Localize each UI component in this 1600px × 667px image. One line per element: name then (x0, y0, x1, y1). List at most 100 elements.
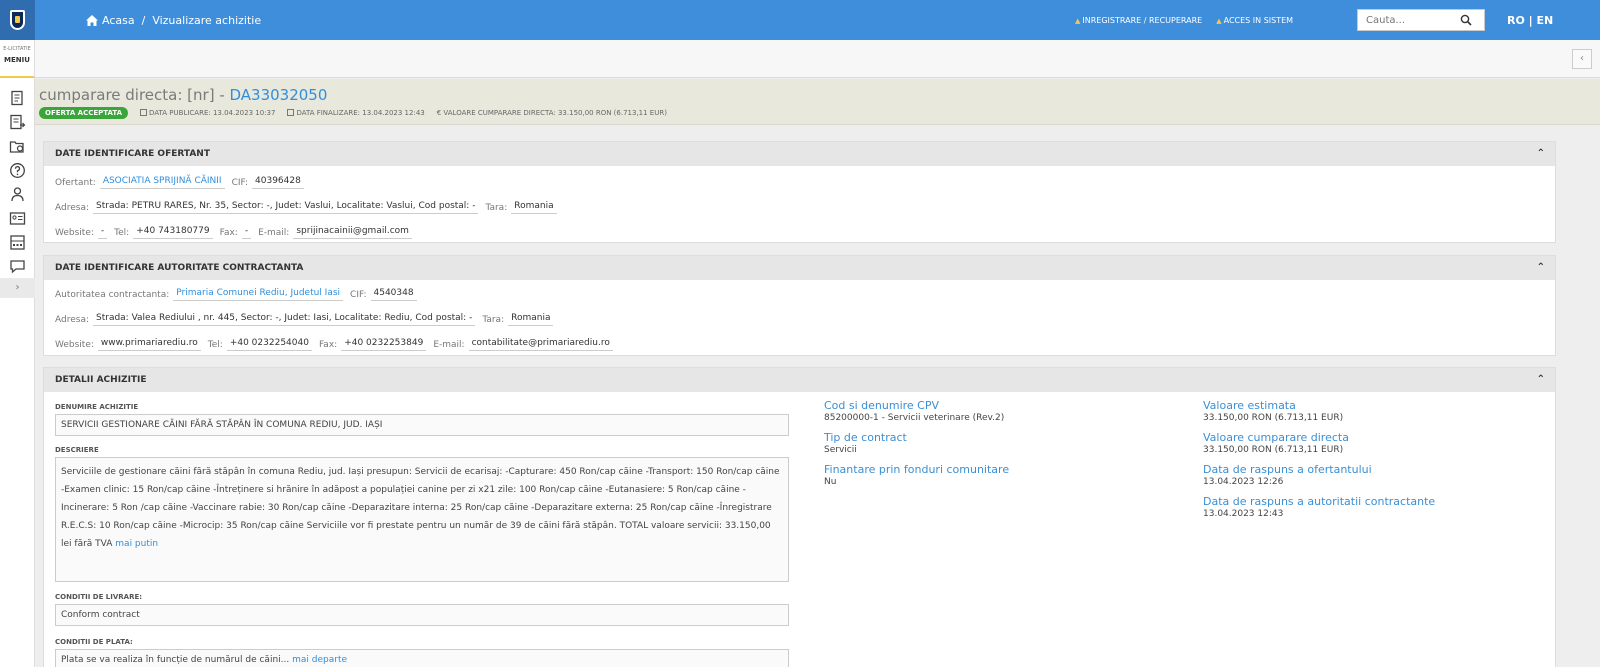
estimated-value: 33.150,00 RON (6.713,11 EUR) (1203, 413, 1344, 423)
delivery-conditions: Conform contract (55, 604, 789, 626)
sidebar: E-LICITATIE MENIU › (0, 40, 35, 667)
procurement-title-bar: cumparare directa: [nr] - DA33032050 OFE… (35, 79, 1600, 125)
sidebar-item-calculator[interactable] (0, 230, 35, 254)
details-right-column: Valoare estimata 33.150,00 RON (6.713,11… (1203, 399, 1435, 527)
authority-panel-header[interactable]: DATE IDENTIFICARE AUTORITATE CONTRACTANT… (44, 256, 1555, 280)
cpv-value: 85200000-1 - Servicii veterinare (Rev.2) (824, 413, 1005, 423)
sidebar-item-folder-settings[interactable] (0, 134, 35, 158)
calculator-icon (10, 235, 25, 250)
bidder-fax-label: Fax: (219, 227, 238, 238)
bidder-website: - (97, 226, 108, 239)
details-panel-header[interactable]: DETALII ACHIZITIE ⌃ (44, 368, 1555, 392)
authority-website-label: Website: (55, 339, 94, 350)
authority-panel: DATE IDENTIFICARE AUTORITATE CONTRACTANT… (43, 255, 1556, 356)
chevron-up-icon[interactable]: ⌃ (1537, 142, 1545, 166)
publish-date: DATA PUBLICARE: 13.04.2023 10:37 (149, 109, 276, 117)
details-panel-title: DETALII ACHIZITIE (55, 375, 147, 385)
home-icon (86, 14, 98, 26)
sidebar-expand-button[interactable]: › (0, 278, 35, 298)
bidder-email-label: E-mail: (258, 227, 290, 238)
bidder-name-link[interactable]: ASOCIATIA SPRIJINĂ CĂINII (99, 176, 225, 189)
sidebar-item-documents[interactable] (0, 86, 35, 110)
description-text: Serviciile de gestionare căini fără stăp… (61, 467, 780, 549)
authority-country: Romania (508, 313, 554, 326)
end-date: DATA FINALIZARE: 13.04.2023 12:43 (296, 109, 425, 117)
language-switcher[interactable]: RO | EN (1507, 0, 1553, 40)
bidder-country-label: Tara: (485, 202, 508, 213)
description-box: Serviciile de gestionare căini fără stăp… (55, 457, 789, 582)
id-card-icon (9, 212, 26, 225)
show-less-link[interactable]: mai putin (115, 539, 158, 549)
sidebar-brand-small: E-LICITATIE (3, 46, 31, 52)
authority-tel-label: Tel: (207, 339, 223, 350)
bidder-row-address: Adresa: Strada: PETRU RARES, Nr. 35, Sec… (44, 195, 1555, 220)
chevron-up-icon[interactable]: ⌃ (1537, 256, 1545, 280)
authority-row-address: Adresa: Strada: Valea Rediului , nr. 445… (44, 307, 1555, 332)
sidebar-item-chat[interactable] (0, 254, 35, 278)
bidder-panel-header[interactable]: DATE IDENTIFICARE OFERTANT ⌃ (44, 142, 1555, 166)
breadcrumb-current: Vizualizare achizitie (152, 13, 262, 27)
authority-response-field: Data de raspuns a autoritatii contractan… (1203, 495, 1435, 519)
authority-label: Autoritatea contractanta: (55, 289, 170, 300)
bidder-label: Ofertant: (55, 177, 96, 188)
delivery-conditions-label: CONDITII DE LIVRARE: (55, 593, 143, 601)
contract-type-label: Tip de contract (824, 431, 907, 444)
bidder-address: Strada: PETRU RARES, Nr. 35, Sector: -, … (93, 201, 479, 214)
details-middle-column: Cod si denumire CPV 85200000-1 - Servici… (824, 399, 1009, 495)
description-label: DESCRIERE (55, 446, 99, 454)
bidder-response: 13.04.2023 12:26 (1203, 477, 1284, 487)
authority-email-label: E-mail: (433, 339, 465, 350)
direct-value-label: Valoare cumparare directa (1203, 431, 1349, 444)
sidebar-brand: E-LICITATIE MENIU (0, 40, 34, 78)
authority-website: www.primariarediu.ro (97, 338, 201, 351)
menu-label[interactable]: MENIU (0, 56, 34, 64)
breadcrumb: Acasa / Vizualizare achizitie (86, 0, 261, 40)
search-icon[interactable] (1460, 14, 1472, 26)
collapse-panel-button[interactable]: ‹ (1572, 49, 1592, 69)
login-link[interactable]: ACCES IN SISTEM (1216, 16, 1293, 25)
authority-address: Strada: Valea Rediului , nr. 445, Sector… (93, 313, 476, 326)
bidder-cif: 40396428 (252, 176, 304, 189)
authority-panel-title: DATE IDENTIFICARE AUTORITATE CONTRACTANT… (55, 263, 304, 273)
authority-country-label: Tara: (482, 314, 505, 325)
eu-funds-label: Finantare prin fonduri comunitare (824, 463, 1010, 476)
authority-address-label: Adresa: (55, 314, 89, 325)
sidebar-item-list-export[interactable] (0, 110, 35, 134)
procurement-meta: OFERTA ACCEPTATA DATA PUBLICARE: 13.04.2… (39, 107, 1600, 119)
bidder-response-label: Data de raspuns a ofertantului (1203, 463, 1372, 476)
authority-fax-label: Fax: (318, 339, 338, 350)
chat-icon (10, 260, 25, 274)
register-link[interactable]: INREGISTRARE / RECUPERARE (1075, 16, 1202, 25)
bidder-row-name: Ofertant: ASOCIATIA SPRIJINĂ CĂINII CIF:… (44, 170, 1555, 195)
eu-funds-value: Nu (824, 477, 837, 487)
site-logo[interactable] (0, 0, 35, 40)
auth-links: INREGISTRARE / RECUPERARE ACCES IN SISTE… (1075, 0, 1307, 40)
status-badge: OFERTA ACCEPTATA (39, 107, 129, 119)
authority-response: 13.04.2023 12:43 (1203, 509, 1284, 519)
search-box (1357, 9, 1485, 31)
chevron-up-icon[interactable]: ⌃ (1537, 368, 1545, 392)
breadcrumb-home-link[interactable]: Acasa (102, 14, 135, 27)
sidebar-item-help[interactable] (0, 158, 35, 182)
bidder-tel: +40 743180779 (133, 226, 213, 239)
end-date-item: DATA FINALIZARE: 13.04.2023 12:43 (287, 109, 425, 117)
payment-conditions-label: CONDITII DE PLATA: (55, 638, 133, 646)
estimated-value-label: Valoare estimata (1203, 399, 1296, 412)
payment-conditions: Plata se va realiza în funcție de număru… (61, 655, 290, 665)
user-icon (11, 187, 24, 202)
title-prefix: cumparare directa: [nr] - (39, 86, 230, 104)
publish-date-item: DATA PUBLICARE: 13.04.2023 10:37 (140, 109, 275, 117)
bidder-fax: - (241, 226, 252, 239)
sidebar-item-id-card[interactable] (0, 206, 35, 230)
calendar-icon (287, 109, 295, 116)
sidebar-item-user[interactable] (0, 182, 35, 206)
direct-value: 33.150,00 RON (6.713,11 EUR) (1203, 445, 1344, 455)
bidder-email: sprijinacainii@gmail.com (293, 226, 412, 239)
top-navbar: Acasa / Vizualizare achizitie INREGISTRA… (0, 0, 1600, 40)
authority-name-link[interactable]: Primaria Comunei Rediu, Judetul Iasi (173, 288, 344, 301)
read-more-link[interactable]: mai departe (292, 655, 347, 665)
sub-header: ‹ (35, 40, 1600, 78)
bidder-country: Romania (511, 201, 557, 214)
search-input[interactable] (1358, 10, 1458, 30)
authority-email: contabilitate@primariarediu.ro (468, 338, 613, 351)
